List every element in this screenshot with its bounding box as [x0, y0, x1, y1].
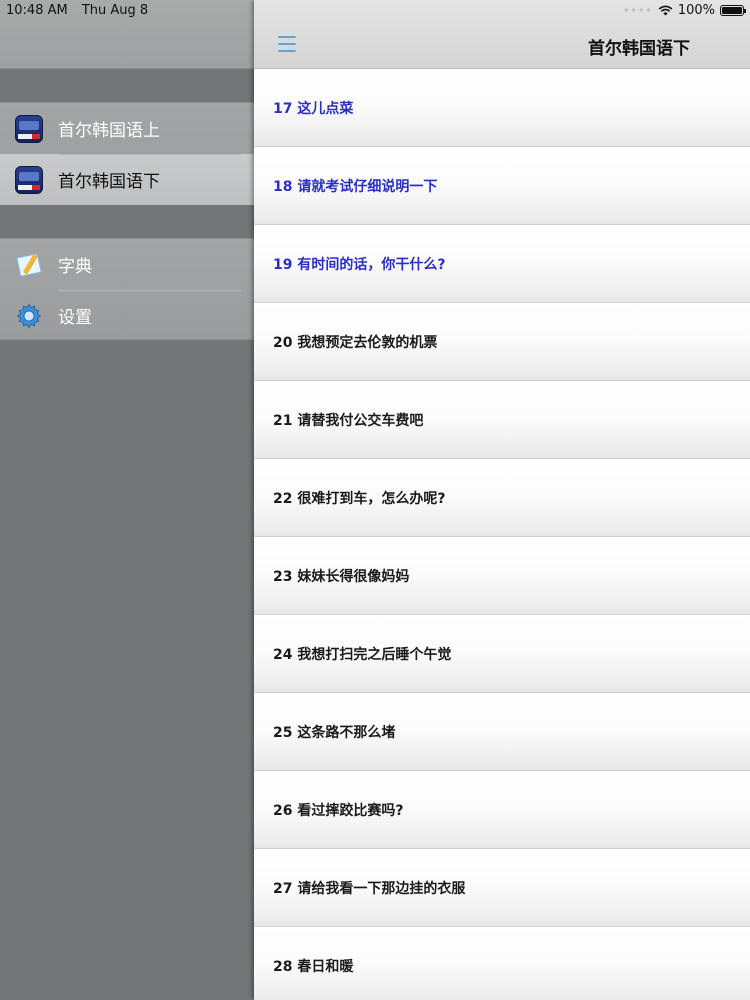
lesson-list: 17 这儿点菜 18 请就考试仔细说明一下 19 有时间的话，你干什么? 20 我想预…	[254, 69, 750, 1000]
sidebar-books-group: 首尔韩国语上 首尔韩国语下	[0, 102, 255, 205]
lesson-row[interactable]: 28 春日和暖	[254, 927, 750, 1000]
sidebar: 10:48 AM Thu Aug 8 首尔韩国语上 首尔韩国语下 字典 设置	[0, 0, 255, 1000]
wifi-icon	[658, 5, 673, 16]
lesson-title: 25 这条路不那么堵	[273, 724, 396, 741]
status-time: 10:48 AM	[6, 3, 68, 18]
book-cover-icon	[15, 114, 43, 143]
lesson-row[interactable]: 23 妹妹长得很像妈妈	[254, 537, 750, 615]
lesson-title: 24 我想打扫完之后睡个午觉	[273, 646, 452, 663]
battery-icon	[720, 5, 746, 16]
lesson-row[interactable]: 17 这儿点菜	[254, 69, 750, 147]
lesson-title: 17 这儿点菜	[273, 100, 354, 117]
lesson-row[interactable]: 22 很难打到车，怎么办呢?	[254, 459, 750, 537]
navigation-bar: •••• 100% 首尔韩国语下	[254, 0, 750, 69]
lesson-row[interactable]: 24 我想打扫完之后睡个午觉	[254, 615, 750, 693]
dictionary-icon	[15, 251, 43, 279]
sidebar-tools-group: 字典 设置	[0, 238, 255, 340]
lesson-row[interactable]: 25 这条路不那么堵	[254, 693, 750, 771]
battery-percent: 100%	[677, 3, 715, 18]
sidebar-item-label: 首尔韩国语下	[58, 172, 160, 192]
lesson-title: 23 妹妹长得很像妈妈	[273, 568, 410, 585]
lesson-row[interactable]: 21 请替我付公交车费吧	[254, 381, 750, 459]
signal-dots-icon: ••••	[622, 4, 653, 17]
status-bar-right: •••• 100%	[622, 3, 746, 18]
lesson-row[interactable]: 19 有时间的话，你干什么?	[254, 225, 750, 303]
status-date: Thu Aug 8	[81, 3, 149, 18]
lesson-title: 26 看过摔跤比赛吗?	[273, 802, 404, 819]
main-panel: •••• 100% 首尔韩国语下 17 这儿点菜 18 请就考试仔细说明一下 19 …	[254, 0, 750, 1000]
sidebar-item-label: 设置	[58, 308, 92, 328]
lesson-row[interactable]: 18 请就考试仔细说明一下	[254, 147, 750, 225]
lesson-title: 28 春日和暖	[273, 958, 354, 975]
sidebar-item-label: 首尔韩国语上	[58, 121, 160, 141]
hamburger-menu-icon[interactable]	[278, 36, 296, 52]
book-cover-icon	[15, 165, 43, 194]
lesson-title: 19 有时间的话，你干什么?	[273, 256, 446, 273]
lesson-row[interactable]: 20 我想预定去伦敦的机票	[254, 303, 750, 381]
gear-icon	[16, 303, 42, 328]
sidebar-item-book-1[interactable]: 首尔韩国语上	[0, 103, 255, 154]
sidebar-item-settings[interactable]: 设置	[0, 290, 255, 341]
sidebar-header: 10:48 AM Thu Aug 8	[0, 0, 255, 69]
lesson-row[interactable]: 27 请给我看一下那边挂的衣服	[254, 849, 750, 927]
page-title: 首尔韩国语下	[588, 39, 690, 59]
lesson-title: 27 请给我看一下那边挂的衣服	[273, 880, 466, 897]
battery-level-fill	[722, 7, 742, 14]
sidebar-item-book-2[interactable]: 首尔韩国语下	[0, 154, 255, 205]
lesson-title: 18 请就考试仔细说明一下	[273, 178, 438, 195]
sidebar-item-label: 字典	[58, 257, 92, 277]
sidebar-item-dictionary[interactable]: 字典	[0, 239, 255, 290]
lesson-title: 21 请替我付公交车费吧	[273, 412, 424, 429]
lesson-row[interactable]: 26 看过摔跤比赛吗?	[254, 771, 750, 849]
lesson-title: 20 我想预定去伦敦的机票	[273, 334, 438, 351]
lesson-title: 22 很难打到车，怎么办呢?	[273, 490, 446, 507]
status-bar-left: 10:48 AM Thu Aug 8	[6, 3, 158, 18]
